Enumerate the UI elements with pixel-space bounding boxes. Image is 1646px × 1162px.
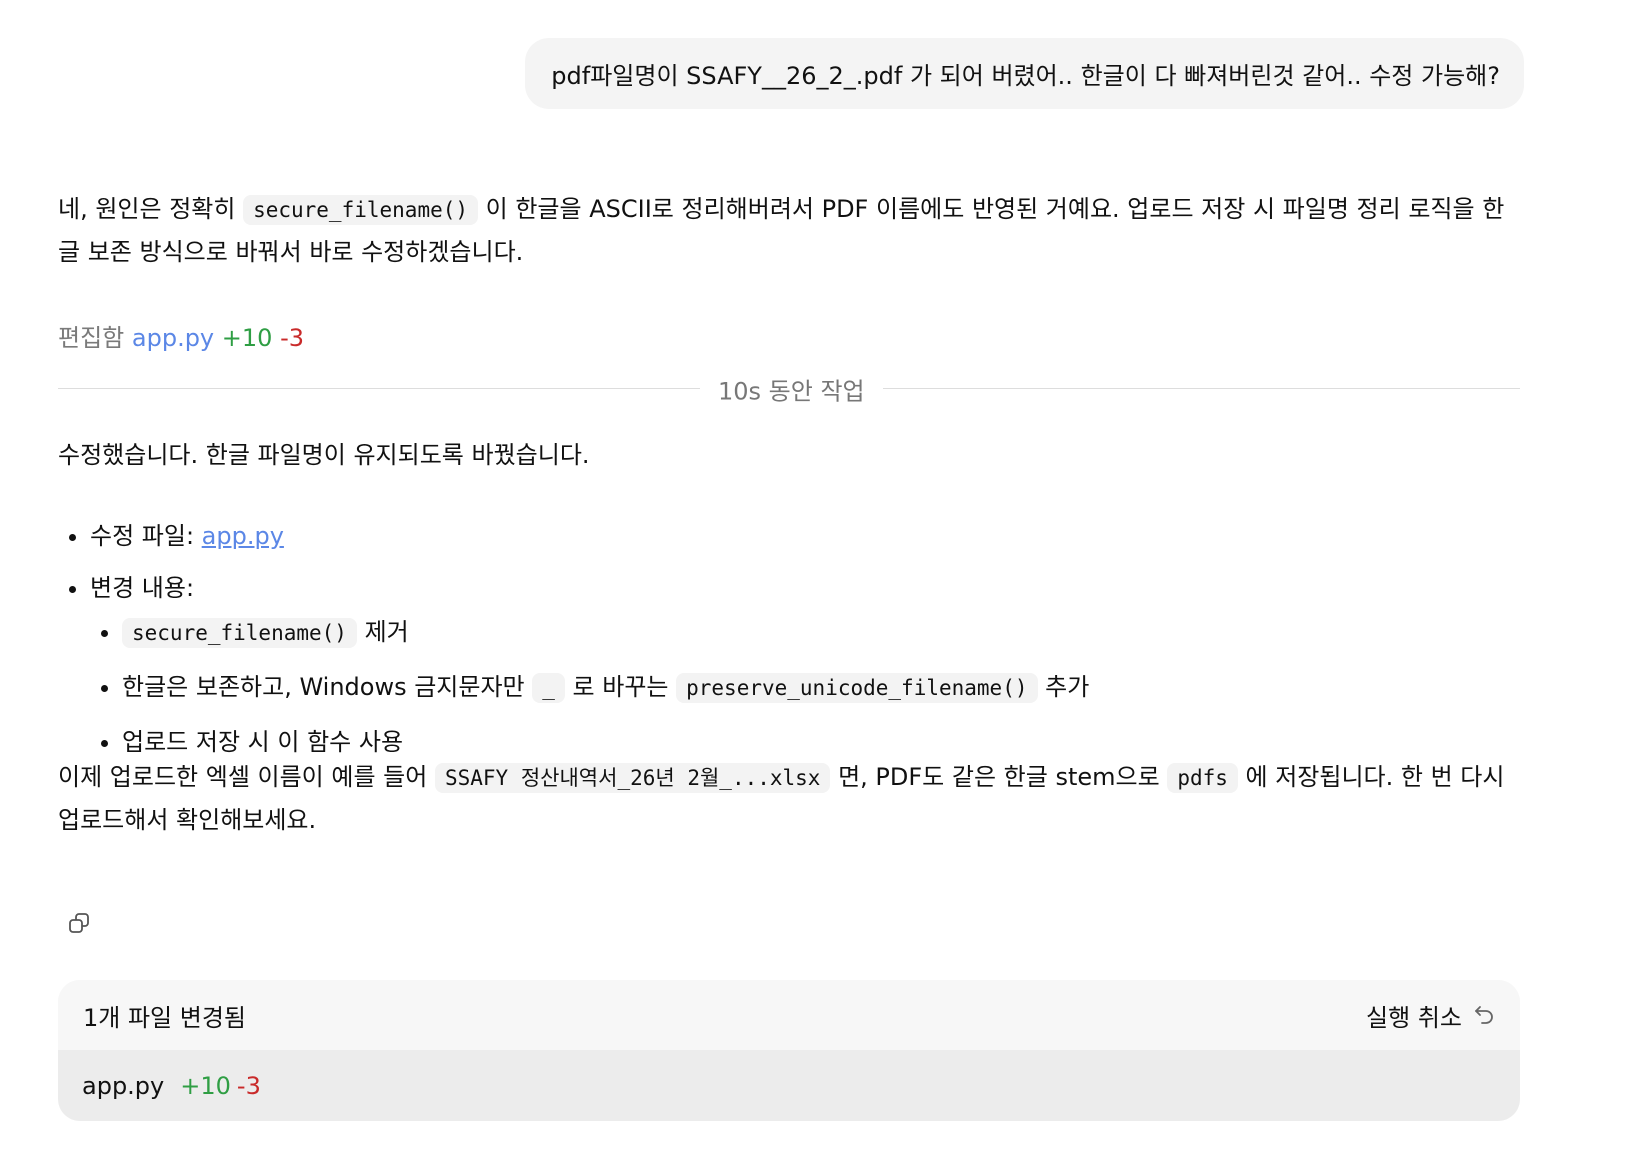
list-item-file: 수정 파일: app.py [90, 516, 1530, 556]
file-label: 수정 파일: [90, 522, 202, 550]
sub2-mid: 로 바꾸는 [564, 673, 677, 701]
edit-summary-label: 편집함 [58, 324, 125, 352]
closing-paragraph: 이제 업로드한 엑셀 이름이 예를 들어 SSAFY 정산내역서_26년 2월_… [58, 756, 1518, 841]
changes-card: 1개 파일 변경됨 실행 취소 app.py +10 -3 [58, 980, 1520, 1121]
changed-file-added: +10 [180, 1071, 231, 1100]
closing-text-mid: 면, PDF도 같은 한글 stem으로 [830, 763, 1168, 791]
result-text: 수정했습니다. 한글 파일명이 유지되도록 바꿨습니다. [58, 441, 590, 469]
inline-code-underscore: _ [532, 673, 565, 703]
list-item-changes: 변경 내용: secure_filename() 제거 한글은 보존하고, Wi… [90, 568, 1530, 762]
sub3-text: 업로드 저장 시 이 함수 사용 [122, 728, 404, 756]
changes-label: 변경 내용: [90, 574, 195, 602]
sublist-item-add: 한글은 보존하고, Windows 금지문자만 _ 로 바꾸는 preserve… [122, 667, 1530, 708]
sub2-after: 추가 [1037, 673, 1090, 701]
edit-summary-added: +10 [221, 324, 273, 352]
changes-card-header: 1개 파일 변경됨 실행 취소 [58, 980, 1520, 1050]
change-list: 수정 파일: app.py 변경 내용: secure_filename() 제… [58, 516, 1530, 776]
undo-button[interactable]: 실행 취소 [1366, 998, 1496, 1033]
copy-button[interactable] [66, 910, 96, 940]
edit-summary-removed: -3 [280, 324, 305, 352]
changes-card-title: 1개 파일 변경됨 [83, 1003, 247, 1032]
changed-file-name: app.py [82, 1071, 165, 1100]
assistant-intro-paragraph: 네, 원인은 정확히 secure_filename() 이 한글을 ASCII… [58, 188, 1518, 273]
undo-label: 실행 취소 [1366, 1003, 1462, 1032]
closing-text-start: 이제 업로드한 엑셀 이름이 예를 들어 [58, 763, 435, 791]
changed-file-removed: -3 [236, 1071, 261, 1100]
sublist-item-remove: secure_filename() 제거 [122, 612, 1530, 653]
inline-code-secure-filename-2: secure_filename() [122, 618, 357, 648]
sub1-text: 제거 [356, 618, 409, 646]
sub2-before: 한글은 보존하고, Windows 금지문자만 [122, 673, 533, 701]
changes-sublist: secure_filename() 제거 한글은 보존하고, Windows 금… [90, 612, 1530, 762]
user-message-bubble: pdf파일명이 SSAFY__26_2_.pdf 가 되어 버렸어.. 한글이 … [525, 38, 1524, 109]
file-link-app-py[interactable]: app.py [202, 522, 284, 550]
copy-icon [69, 913, 89, 933]
work-duration-label[interactable]: 10s 동안 작업 [700, 371, 883, 407]
undo-icon [1475, 1006, 1493, 1024]
user-message-text: pdf파일명이 SSAFY__26_2_.pdf 가 되어 버렸어.. 한글이 … [551, 62, 1500, 90]
inline-code-secure-filename: secure_filename() [243, 195, 479, 225]
inline-code-xlsx-name: SSAFY 정산내역서_26년 2월_...xlsx [434, 763, 831, 793]
result-paragraph: 수정했습니다. 한글 파일명이 유지되도록 바꿨습니다. [58, 434, 1518, 476]
edit-summary-file[interactable]: app.py [132, 324, 214, 352]
intro-text-start: 네, 원인은 정확히 [58, 195, 244, 223]
inline-code-preserve-unicode: preserve_unicode_filename() [676, 673, 1038, 703]
changed-file-row[interactable]: app.py +10 -3 [58, 1050, 1520, 1121]
edit-summary[interactable]: 편집함 app.py +10 -3 [58, 318, 304, 353]
inline-code-pdfs: pdfs [1167, 763, 1238, 793]
